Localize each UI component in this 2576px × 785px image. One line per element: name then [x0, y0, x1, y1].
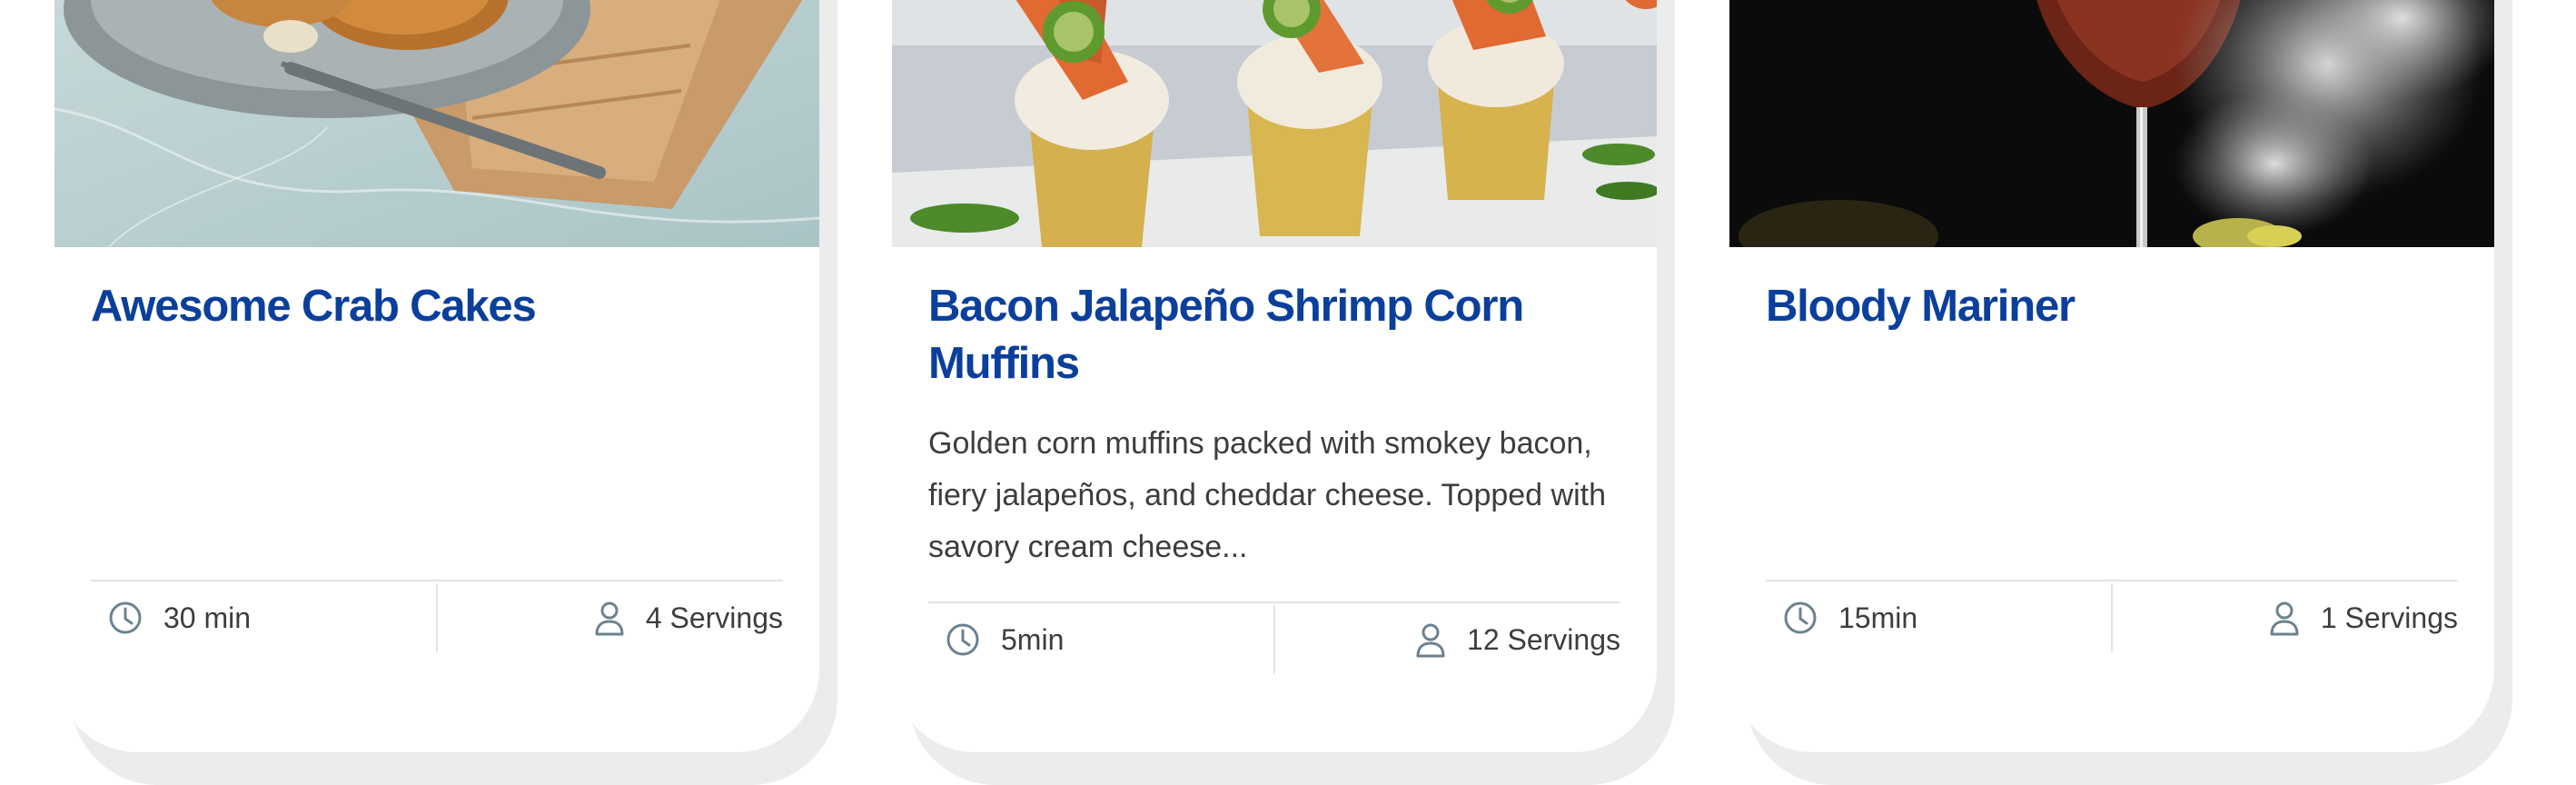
- card-divider: [1766, 580, 2458, 581]
- servings: 12 Servings: [1414, 605, 1620, 674]
- card-divider: [91, 580, 783, 581]
- servings-value: 4 Servings: [645, 601, 783, 634]
- person-icon: [1414, 621, 1447, 658]
- servings: 4 Servings: [593, 583, 783, 652]
- recipe-image[interactable]: [1729, 0, 2494, 247]
- recipe-card-wrapper: Awesome Crab Cakes 30 min 4 Servings: [54, 0, 837, 785]
- recipe-image[interactable]: [892, 0, 1657, 247]
- meta-separator: [436, 583, 438, 652]
- recipe-title[interactable]: Bloody Mariner: [1766, 278, 2465, 335]
- recipe-card-wrapper: Bacon Jalapeño Shrimp Corn Muffins Golde…: [892, 0, 1675, 785]
- recipe-title[interactable]: Awesome Crab Cakes: [91, 278, 790, 335]
- person-icon: [593, 600, 626, 636]
- servings-value: 12 Servings: [1467, 623, 1620, 656]
- recipe-title[interactable]: Bacon Jalapeño Shrimp Corn Muffins: [928, 278, 1628, 392]
- recipe-description: Golden corn muffins packed with smokey b…: [928, 426, 1606, 564]
- recipe-card-grid: Awesome Crab Cakes 30 min 4 Servings Bac…: [0, 0, 2576, 785]
- prep-time: 15min: [1782, 583, 1917, 652]
- recipe-meta: 5min 12 Servings: [928, 605, 1620, 674]
- recipe-meta: 30 min 4 Servings: [91, 583, 783, 652]
- clock-icon: [107, 600, 144, 636]
- recipe-image[interactable]: [54, 0, 819, 247]
- meta-separator: [1273, 605, 1275, 674]
- prep-time: 30 min: [107, 583, 251, 652]
- clock-icon: [1782, 600, 1818, 636]
- servings: 1 Servings: [2268, 583, 2458, 652]
- prep-time: 5min: [945, 605, 1064, 674]
- card-divider: [928, 601, 1620, 603]
- prep-time-value: 30 min: [163, 601, 252, 634]
- recipe-card[interactable]: Bacon Jalapeño Shrimp Corn Muffins Golde…: [892, 0, 1657, 752]
- meta-separator: [2111, 583, 2113, 652]
- prep-time-value: 5min: [1001, 623, 1065, 656]
- recipe-card-wrapper: Bloody Mariner 15min 1 Servings: [1729, 0, 2512, 785]
- recipe-card[interactable]: Bloody Mariner 15min 1 Servings: [1729, 0, 2494, 752]
- recipe-card[interactable]: Awesome Crab Cakes 30 min 4 Servings: [54, 0, 819, 752]
- recipe-meta: 15min 1 Servings: [1766, 583, 2458, 652]
- person-icon: [2268, 600, 2301, 636]
- servings-value: 1 Servings: [2320, 601, 2458, 634]
- prep-time-value: 15min: [1838, 601, 1918, 634]
- clock-icon: [945, 621, 981, 658]
